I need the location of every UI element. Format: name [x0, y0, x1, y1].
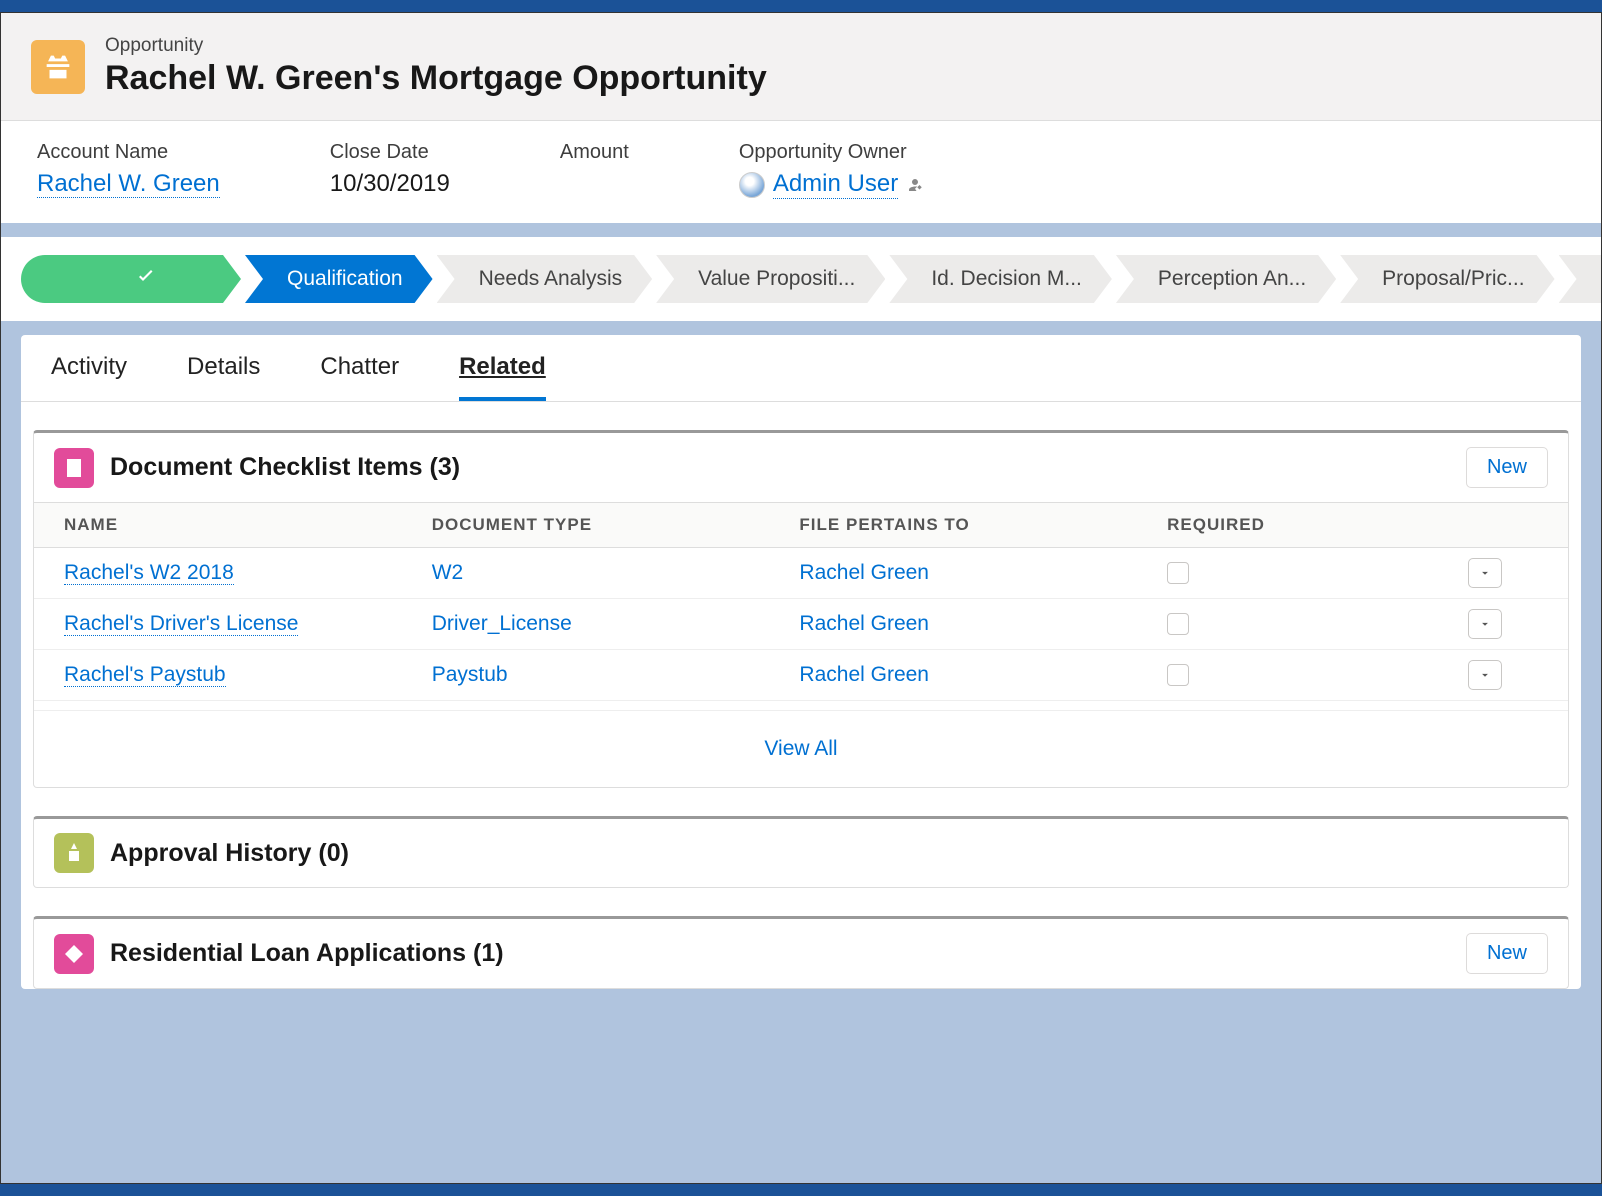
- header-text: Opportunity Rachel W. Green's Mortgage O…: [105, 35, 767, 98]
- tab-related[interactable]: Related: [459, 353, 546, 401]
- highlight-owner: Opportunity Owner Admin User: [739, 141, 924, 199]
- record-header: Opportunity Rachel W. Green's Mortgage O…: [1, 13, 1601, 121]
- path-stage-decision-makers[interactable]: Id. Decision M...: [889, 255, 1112, 303]
- path-stage-perception-analysis[interactable]: Perception An...: [1116, 255, 1336, 303]
- chevron-down-icon: [1478, 668, 1492, 682]
- loan-app-icon: [54, 934, 94, 974]
- chevron-down-icon: [1478, 617, 1492, 631]
- col-name: NAME: [64, 515, 432, 535]
- checklist-title: Document Checklist Items (3): [110, 453, 1450, 482]
- loan-app-title: Residential Loan Applications (1): [110, 939, 1450, 968]
- row-pertains-link[interactable]: Rachel Green: [799, 612, 929, 635]
- owner-link[interactable]: Admin User: [773, 170, 898, 199]
- tabs: Activity Details Chatter Related: [21, 335, 1581, 402]
- required-checkbox[interactable]: [1167, 613, 1189, 635]
- approval-history-card: Approval History (0): [33, 816, 1569, 888]
- path-stage-qualification[interactable]: Qualification: [245, 255, 433, 303]
- checklist-icon: [54, 448, 94, 488]
- row-pertains-link[interactable]: Rachel Green: [799, 663, 929, 686]
- view-all-link[interactable]: View All: [764, 737, 837, 760]
- table-row: Rachel's Paystub Paystub Rachel Green: [34, 650, 1568, 701]
- new-checklist-button[interactable]: New: [1466, 447, 1548, 488]
- path-stage-proposal[interactable]: Proposal/Pric...: [1340, 255, 1554, 303]
- path-stage-negotiation[interactable]: Nego: [1559, 255, 1601, 303]
- row-type-link[interactable]: Paystub: [432, 663, 508, 686]
- close-date-value: 10/30/2019: [330, 170, 450, 198]
- check-icon: [134, 265, 158, 289]
- required-checkbox[interactable]: [1167, 664, 1189, 686]
- opportunity-icon: [31, 40, 85, 94]
- table-row: Rachel's Driver's License Driver_License…: [34, 599, 1568, 650]
- app-frame: Opportunity Rachel W. Green's Mortgage O…: [0, 12, 1602, 1184]
- table-row: Rachel's W2 2018 W2 Rachel Green: [34, 548, 1568, 599]
- row-type-link[interactable]: Driver_License: [432, 612, 572, 635]
- col-pertains: FILE PERTAINS TO: [799, 515, 1167, 535]
- col-required: REQUIRED: [1167, 515, 1468, 535]
- row-actions-button[interactable]: [1468, 609, 1502, 639]
- approval-icon: [54, 833, 94, 873]
- required-checkbox[interactable]: [1167, 562, 1189, 584]
- loan-applications-card: Residential Loan Applications (1) New: [33, 916, 1569, 989]
- content-card: Activity Details Chatter Related Documen…: [21, 335, 1581, 989]
- highlight-amount: Amount: [560, 141, 629, 199]
- path-bar: Qualification Needs Analysis Value Propo…: [1, 237, 1601, 321]
- change-owner-icon[interactable]: [906, 176, 924, 194]
- tab-activity[interactable]: Activity: [51, 353, 127, 401]
- row-name-link[interactable]: Rachel's W2 2018: [64, 561, 234, 585]
- highlights-panel: Account Name Rachel W. Green Close Date …: [1, 121, 1601, 223]
- new-loan-app-button[interactable]: New: [1466, 933, 1548, 974]
- chevron-down-icon: [1478, 566, 1492, 580]
- account-link[interactable]: Rachel W. Green: [37, 170, 220, 198]
- highlight-account-name: Account Name Rachel W. Green: [37, 141, 220, 199]
- tab-details[interactable]: Details: [187, 353, 260, 401]
- approval-title: Approval History (0): [110, 839, 1548, 868]
- row-actions-button[interactable]: [1468, 558, 1502, 588]
- row-name-link[interactable]: Rachel's Driver's License: [64, 612, 298, 636]
- row-pertains-link[interactable]: Rachel Green: [799, 561, 929, 584]
- tab-chatter[interactable]: Chatter: [320, 353, 399, 401]
- object-kicker: Opportunity: [105, 35, 767, 57]
- path-stage-complete[interactable]: [21, 255, 241, 303]
- col-doctype: DOCUMENT TYPE: [432, 515, 800, 535]
- path-stage-value-proposition[interactable]: Value Propositi...: [656, 255, 885, 303]
- path-list: Qualification Needs Analysis Value Propo…: [21, 255, 1601, 303]
- field-label: Close Date: [330, 141, 450, 164]
- row-name-link[interactable]: Rachel's Paystub: [64, 663, 226, 687]
- highlight-close-date: Close Date 10/30/2019: [330, 141, 450, 199]
- row-type-link[interactable]: W2: [432, 561, 464, 584]
- view-all-row: View All: [34, 711, 1568, 787]
- avatar: [739, 172, 765, 198]
- field-label: Amount: [560, 141, 629, 164]
- document-checklist-card: Document Checklist Items (3) New NAME DO…: [33, 430, 1569, 788]
- page-title: Rachel W. Green's Mortgage Opportunity: [105, 59, 767, 98]
- path-stage-needs-analysis[interactable]: Needs Analysis: [437, 255, 653, 303]
- field-label: Opportunity Owner: [739, 141, 924, 164]
- field-label: Account Name: [37, 141, 220, 164]
- row-actions-button[interactable]: [1468, 660, 1502, 690]
- spacer-row: [34, 701, 1568, 711]
- table-header: NAME DOCUMENT TYPE FILE PERTAINS TO REQU…: [34, 502, 1568, 548]
